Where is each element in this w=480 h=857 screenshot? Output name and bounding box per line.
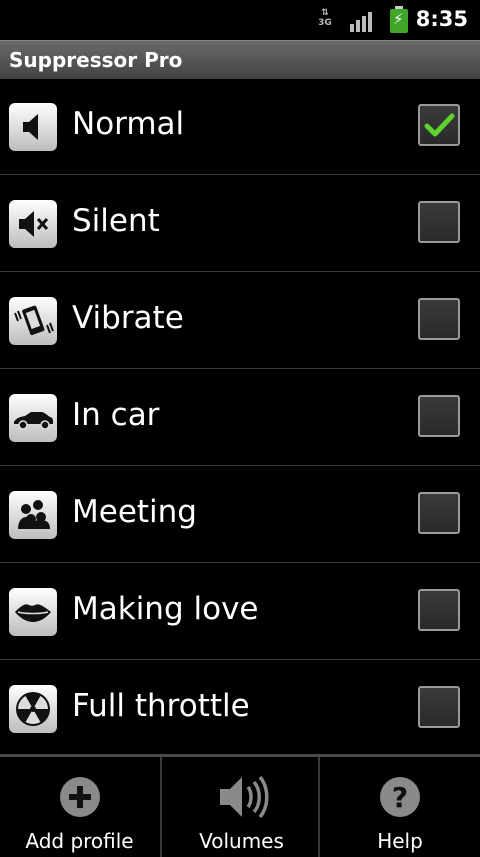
profile-checkbox-making-love[interactable] — [418, 589, 460, 631]
status-bar: ⇅ 3G ⚡ 8:35 — [0, 0, 480, 38]
profile-row-meeting[interactable]: Meeting — [0, 466, 480, 563]
profile-label: Full throttle — [72, 688, 250, 724]
profile-row-silent[interactable]: Silent — [0, 175, 480, 272]
lips-icon — [9, 588, 57, 636]
volume-icon — [214, 773, 270, 829]
profile-checkbox-vibrate[interactable] — [418, 298, 460, 340]
profile-label: In car — [72, 397, 160, 433]
profile-label: Meeting — [72, 494, 197, 530]
network-3g-icon: ⇅ 3G — [318, 8, 332, 28]
profile-checkbox-normal[interactable] — [418, 104, 460, 146]
speaker-icon — [9, 103, 57, 151]
help-icon: ? — [372, 773, 428, 829]
bottom-toolbar: Add profile Volumes ? Help — [0, 754, 480, 857]
vibrate-phone-icon — [9, 297, 57, 345]
profile-checkbox-silent[interactable] — [418, 201, 460, 243]
profile-checkbox-in-car[interactable] — [418, 395, 460, 437]
profile-checkbox-meeting[interactable] — [418, 492, 460, 534]
signal-strength-icon — [350, 10, 376, 32]
battery-charging-icon: ⚡ — [390, 6, 408, 33]
car-icon — [9, 394, 57, 442]
svg-text:?: ? — [392, 781, 408, 814]
volumes-button[interactable]: Volumes — [162, 757, 321, 857]
add-profile-button[interactable]: Add profile — [0, 757, 159, 857]
help-label: Help — [377, 829, 423, 853]
profile-checkbox-full-throttle[interactable] — [418, 686, 460, 728]
profile-label: Silent — [72, 203, 160, 239]
speaker-muted-icon — [9, 200, 57, 248]
network-type: 3G — [318, 18, 332, 28]
profile-row-normal[interactable]: Normal — [0, 78, 480, 175]
plus-circle-icon — [52, 773, 108, 829]
app-title: Suppressor Pro — [9, 48, 183, 72]
people-icon — [9, 491, 57, 539]
clock: 8:35 — [415, 7, 468, 31]
help-button[interactable]: ? Help — [320, 757, 480, 857]
profile-row-vibrate[interactable]: Vibrate — [0, 272, 480, 369]
volumes-label: Volumes — [199, 829, 284, 853]
title-bar: Suppressor Pro — [0, 40, 480, 79]
profile-label: Normal — [72, 106, 185, 142]
profile-label: Making love — [72, 591, 259, 627]
profile-row-in-car[interactable]: In car — [0, 369, 480, 466]
add-profile-label: Add profile — [25, 829, 134, 853]
profile-label: Vibrate — [72, 300, 184, 336]
radiation-icon — [9, 685, 57, 733]
profile-row-full-throttle[interactable]: Full throttle — [0, 660, 480, 757]
profile-row-making-love[interactable]: Making love — [0, 563, 480, 660]
